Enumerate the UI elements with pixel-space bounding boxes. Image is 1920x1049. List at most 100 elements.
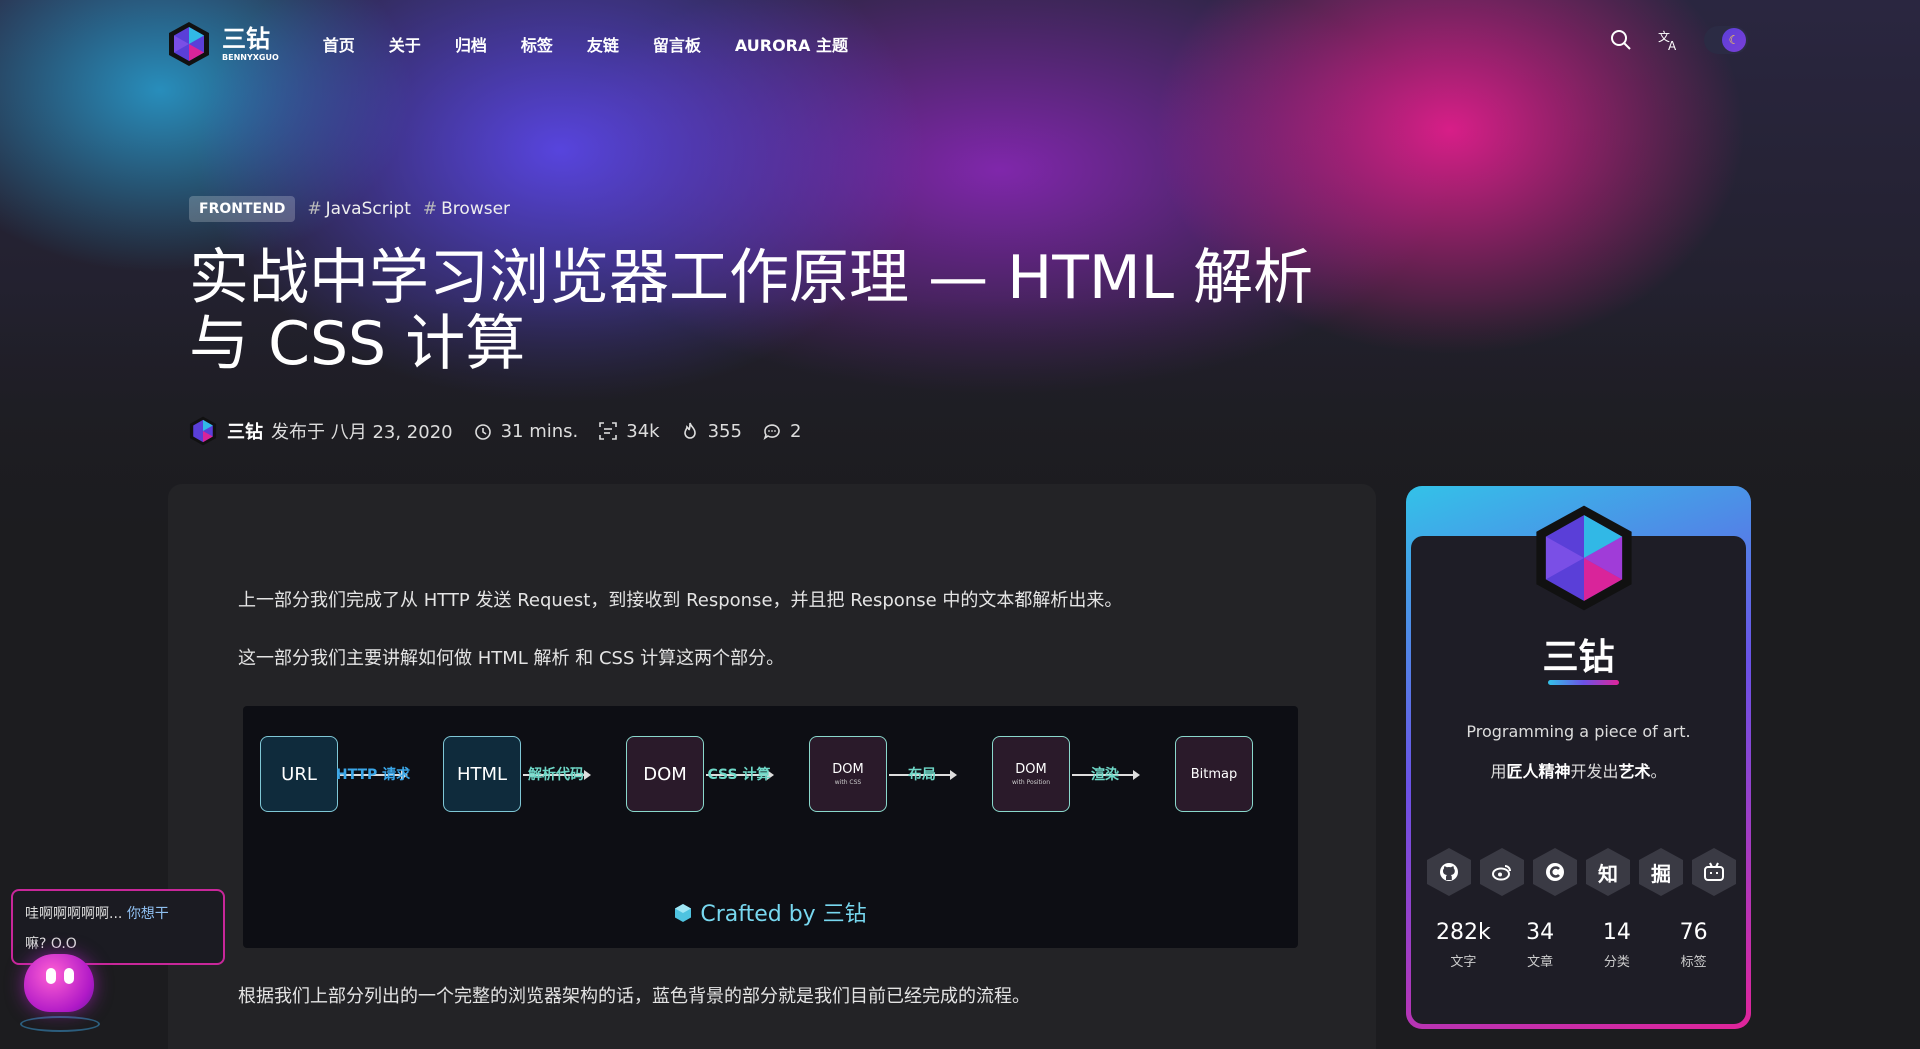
bubble-text-end: 嘛? O.O bbox=[25, 936, 77, 952]
slogan-part-bold: 艺术 bbox=[1618, 762, 1651, 781]
csdn-icon[interactable] bbox=[1533, 848, 1577, 896]
site-header: 三钻 BENNYXGUO 首页 关于 归档 标签 友链 留言板 AURORA 主… bbox=[168, 22, 1748, 66]
juejin-icon[interactable]: 掘 bbox=[1639, 848, 1683, 896]
nav-archives[interactable]: 归档 bbox=[455, 32, 487, 56]
slogan-part: 。 bbox=[1650, 762, 1667, 781]
article-card: 上一部分我们完成了从 HTTP 发送 Request，到接收到 Response… bbox=[168, 484, 1376, 1049]
node-label: DOM bbox=[1015, 762, 1047, 777]
name-underline bbox=[1548, 680, 1619, 685]
brand[interactable]: 三钻 BENNYXGUO bbox=[222, 27, 279, 62]
stat-label: 文字 bbox=[1450, 955, 1477, 970]
post-meta: 三钻 发布于 八月 23, 2020 31 mins. 34k 355 2 bbox=[189, 416, 801, 446]
crafted-by: Crafted by 三钻 bbox=[243, 896, 1298, 928]
author-name[interactable]: 三钻 bbox=[227, 418, 263, 444]
diagram-node-bitmap: Bitmap bbox=[1175, 736, 1253, 812]
fire-icon bbox=[683, 422, 696, 439]
hash-icon: # bbox=[422, 199, 438, 219]
slogan-part: 开发出 bbox=[1570, 762, 1619, 781]
search-icon[interactable] bbox=[1608, 27, 1634, 53]
read-time: 31 mins. bbox=[473, 421, 578, 442]
word-count: 34k bbox=[598, 420, 660, 442]
word-count-icon bbox=[599, 422, 618, 440]
edge-label-render: 渲染 bbox=[1091, 767, 1119, 783]
author-avatar[interactable] bbox=[189, 416, 217, 446]
profile-card-inner: 三钻 Programming a piece of art. 用匠人精神开发出艺… bbox=[1411, 505, 1746, 1024]
node-sublabel: with CSS bbox=[834, 779, 862, 786]
word-count-value: 34k bbox=[626, 420, 660, 442]
hash-icon: # bbox=[307, 199, 322, 219]
edge-label-http: HTTP 请求 bbox=[335, 767, 411, 783]
nav-home[interactable]: 首页 bbox=[323, 32, 355, 56]
stat-label: 分类 bbox=[1603, 955, 1630, 970]
tag-browser[interactable]: # Browser bbox=[423, 199, 510, 219]
slogan-en: Programming a piece of art. bbox=[1466, 722, 1691, 741]
stat-value: 34 bbox=[1526, 920, 1555, 945]
mascot-speech-bubble: 哇啊啊啊啊啊... 你想干 嘛? O.O bbox=[11, 889, 225, 965]
tag-label: Browser bbox=[441, 199, 511, 219]
profile-name: 三钻 bbox=[1542, 637, 1615, 678]
comment-icon bbox=[763, 424, 780, 440]
cube-icon bbox=[675, 904, 692, 922]
nav-about[interactable]: 关于 bbox=[389, 32, 421, 56]
crafted-by-text: Crafted by 三钻 bbox=[700, 902, 867, 927]
browser-pipeline-diagram: URL HTTP 请求 HTML 解析代码 DOM CSS 计算 DOM wit… bbox=[243, 706, 1298, 948]
brand-name: 三钻 bbox=[222, 24, 270, 53]
stat-value: 282k bbox=[1436, 920, 1491, 945]
tag-javascript[interactable]: # JavaScript bbox=[307, 199, 410, 219]
translate-icon[interactable]: 文A bbox=[1656, 27, 1682, 53]
post-tags: FRONTEND # JavaScript # Browser bbox=[189, 196, 510, 222]
slogan-cn: 用匠人精神开发出艺术。 bbox=[1411, 758, 1746, 782]
view-count: 355 bbox=[680, 421, 742, 442]
site-logo-icon[interactable] bbox=[168, 21, 210, 67]
article-paragraph: 这一部分我们主要讲解如何做 HTML 解析 和 CSS 计算这两个部分。 bbox=[238, 648, 785, 669]
category-badge[interactable]: FRONTEND bbox=[189, 196, 296, 222]
slogan-part-bold: 匠人精神 bbox=[1506, 762, 1571, 781]
stat-label: 文章 bbox=[1527, 955, 1554, 970]
node-label: DOM bbox=[643, 763, 687, 785]
moon-icon: ☾ bbox=[1722, 28, 1746, 52]
node-label: HTML bbox=[456, 763, 508, 785]
comment-count-value: 2 bbox=[789, 420, 802, 442]
zhihu-icon[interactable]: 知 bbox=[1586, 848, 1630, 896]
brand-subtitle: BENNYXGUO bbox=[222, 52, 279, 62]
github-icon[interactable] bbox=[1427, 848, 1471, 896]
stat-categories[interactable]: 14 分类 bbox=[1582, 920, 1652, 970]
mascot-eye bbox=[46, 968, 56, 984]
article-paragraph: 上一部分我们完成了从 HTTP 发送 Request，到接收到 Response… bbox=[238, 590, 1123, 611]
clock-icon bbox=[474, 424, 491, 440]
bubble-highlight: 你想干 bbox=[126, 906, 169, 922]
stat-posts[interactable]: 34 文章 bbox=[1505, 920, 1575, 970]
main-nav: 首页 关于 归档 标签 友链 留言板 AURORA 主题 bbox=[323, 32, 882, 56]
nav-tags[interactable]: 标签 bbox=[521, 32, 553, 56]
stat-words: 282k 文字 bbox=[1428, 920, 1498, 970]
stat-label: 标签 bbox=[1680, 955, 1707, 970]
mascot-eye bbox=[64, 968, 74, 984]
nav-aurora-theme[interactable]: AURORA 主题 bbox=[735, 32, 848, 56]
edge-label-layout: 布局 bbox=[908, 767, 936, 783]
theme-toggle[interactable]: ☾ bbox=[1704, 26, 1748, 54]
mascot-shadow bbox=[20, 1016, 100, 1032]
tag-label: JavaScript bbox=[325, 199, 411, 219]
node-sublabel: with Position bbox=[1012, 779, 1050, 786]
slogan-part: 用 bbox=[1490, 762, 1507, 781]
post-title: 实战中学习浏览器工作原理 — HTML 解析与 CSS 计算 bbox=[189, 243, 1314, 379]
node-label: Bitmap bbox=[1190, 766, 1238, 782]
comment-count[interactable]: 2 bbox=[762, 421, 801, 442]
stat-tags[interactable]: 76 标签 bbox=[1659, 920, 1729, 970]
edge-label-css: CSS 计算 bbox=[707, 767, 771, 783]
publish-date: 发布于 八月 23, 2020 bbox=[271, 422, 453, 443]
mascot-avatar[interactable] bbox=[24, 954, 94, 1012]
stat-value: 14 bbox=[1602, 920, 1631, 945]
header-tools: 文A ☾ bbox=[1608, 26, 1748, 54]
bilibili-icon[interactable] bbox=[1692, 848, 1736, 896]
profile-avatar[interactable] bbox=[1534, 502, 1634, 614]
profile-stats: 282k 文字 34 文章 14 分类 76 标签 bbox=[1411, 920, 1746, 970]
nav-message-board[interactable]: 留言板 bbox=[653, 32, 701, 56]
nav-links[interactable]: 友链 bbox=[587, 32, 619, 56]
social-links: 知 掘 bbox=[1427, 848, 1736, 896]
profile-card: 三钻 Programming a piece of art. 用匠人精神开发出艺… bbox=[1406, 486, 1751, 1029]
bubble-text: 哇啊啊啊啊啊... bbox=[25, 906, 123, 922]
weibo-icon[interactable] bbox=[1480, 848, 1524, 896]
node-label: URL bbox=[281, 763, 317, 785]
edge-label-parse: 解析代码 bbox=[528, 767, 584, 783]
